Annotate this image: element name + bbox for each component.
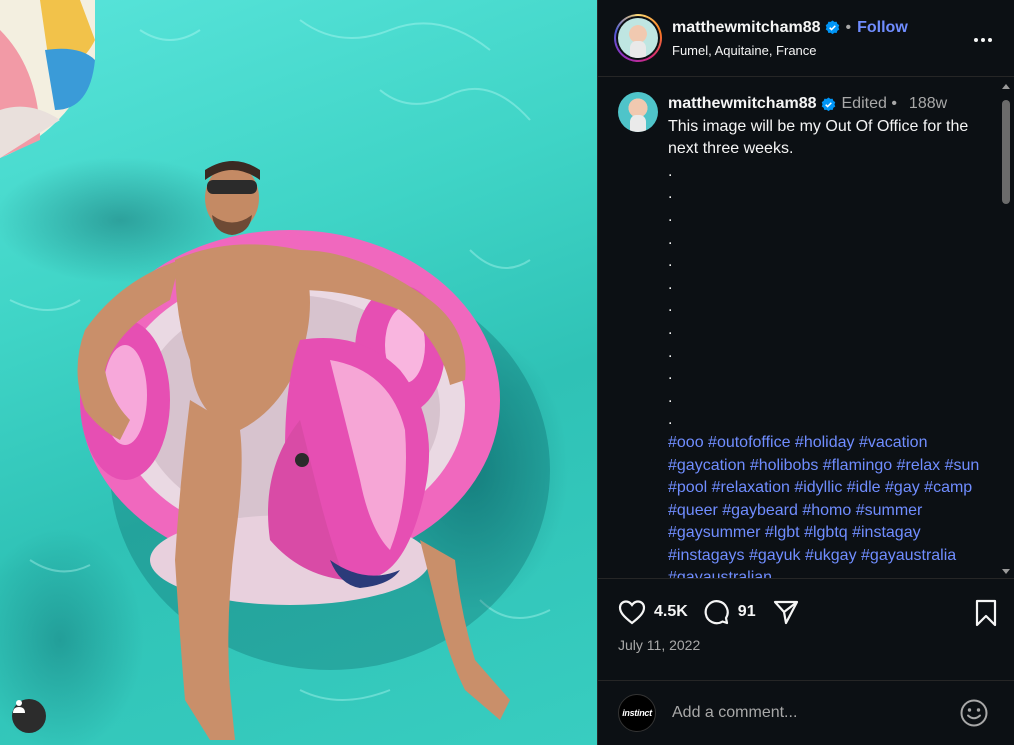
- caption-scrollbar[interactable]: [1000, 80, 1012, 578]
- like-button[interactable]: 4.5K: [618, 599, 688, 625]
- caption-username[interactable]: matthewmitcham88: [668, 93, 817, 116]
- post-actions: 4.5K 91: [618, 597, 998, 627]
- person-icon: [13, 700, 25, 713]
- post-header: matthewmitcham88 • Follow Fumel, Aquitai…: [598, 0, 1014, 77]
- verified-badge-icon: [825, 20, 840, 35]
- paper-plane-icon: [773, 600, 798, 625]
- bookmark-icon[interactable]: [974, 599, 998, 632]
- comment-bar: instinct: [598, 680, 1014, 745]
- caption-text: This image will be my Out Of Office for …: [668, 117, 969, 158]
- post-age[interactable]: 188w: [909, 93, 947, 116]
- more-options-icon[interactable]: [973, 30, 993, 48]
- header-separator: •: [845, 18, 852, 36]
- caption: matthewmitcham88 Edited • 188w This imag…: [668, 93, 988, 578]
- edited-label: Edited •: [841, 95, 897, 112]
- photo-illustration: [0, 0, 551, 740]
- user-tag-button[interactable]: [12, 699, 46, 733]
- comment-bubble-icon: [704, 600, 729, 625]
- post-side-panel: matthewmitcham88 • Follow Fumel, Aquitai…: [597, 0, 1014, 745]
- share-button[interactable]: [772, 598, 800, 626]
- caption-author-avatar[interactable]: [618, 92, 658, 132]
- like-count[interactable]: 4.5K: [654, 603, 688, 621]
- author-username[interactable]: matthewmitcham88: [672, 19, 821, 37]
- post-location[interactable]: Fumel, Aquitaine, France: [672, 43, 908, 58]
- scroll-thumb[interactable]: [1002, 100, 1010, 204]
- scroll-up-arrow-icon[interactable]: [1001, 82, 1011, 92]
- author-avatar[interactable]: [614, 14, 662, 62]
- follow-button[interactable]: Follow: [857, 19, 908, 37]
- heart-icon: [618, 600, 646, 625]
- verified-badge-icon: [821, 97, 836, 112]
- comment-input[interactable]: [672, 704, 942, 722]
- caption-dot-lines: ... ... ... ...: [668, 162, 673, 429]
- caption-hashtags[interactable]: #ooo #outofoffice #holiday #vacation #ga…: [668, 432, 988, 578]
- comment-count[interactable]: 91: [738, 603, 756, 621]
- scroll-down-arrow-icon[interactable]: [1001, 566, 1011, 576]
- caption-scroll-area[interactable]: matthewmitcham88 Edited • 188w This imag…: [598, 78, 1014, 579]
- comment-button[interactable]: 91: [702, 598, 756, 626]
- post-date[interactable]: July 11, 2022: [618, 637, 700, 653]
- beach-ball-float: [0, 0, 95, 158]
- commenter-avatar[interactable]: instinct: [618, 694, 656, 732]
- smiley-icon[interactable]: [959, 698, 989, 733]
- post-photo[interactable]: [0, 0, 597, 745]
